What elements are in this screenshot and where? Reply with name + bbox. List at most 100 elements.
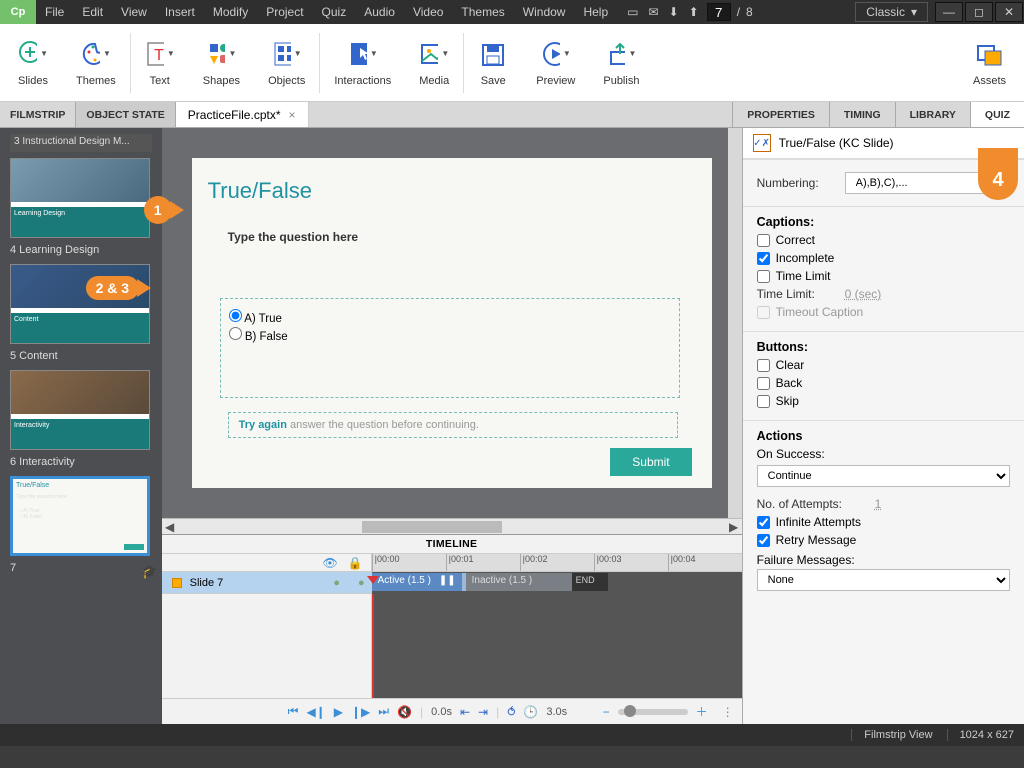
ribbon-preview[interactable]: ▼ Preview xyxy=(522,24,589,101)
ribbon-slides[interactable]: ▼ Slides xyxy=(4,24,62,101)
timeline-menu-icon[interactable]: ⋮ xyxy=(722,705,734,719)
filmstrip-item-partial[interactable]: 3 Instructional Design M... xyxy=(10,134,152,152)
ribbon-interactions[interactable]: ▼ Interactions xyxy=(320,24,405,101)
scrollbar-h[interactable]: ◀ ▶ xyxy=(162,518,742,534)
timeline-active-bar[interactable]: Active (1.5 ) ❚❚ xyxy=(372,573,462,591)
filmstrip-label: 6 Interactivity xyxy=(10,456,152,468)
play-icon[interactable]: ▶ xyxy=(334,705,343,719)
scroll-right-icon[interactable]: ▶ xyxy=(726,519,742,535)
filmstrip-item-selected[interactable]: True/False Type the question here ○ A) T… xyxy=(0,476,162,582)
ribbon-themes[interactable]: ▼ Themes xyxy=(62,24,130,101)
close-button[interactable]: ✕ xyxy=(995,2,1023,22)
buttons-header: Buttons: xyxy=(757,340,1010,354)
skip-label: Skip xyxy=(776,394,799,408)
timeline-ruler[interactable]: |00:00 |00:01 |00:02 |00:03 |00:04 xyxy=(372,554,742,571)
ribbon-publish[interactable]: ▼ Publish xyxy=(589,24,653,101)
onsuccess-select[interactable]: Continue xyxy=(757,465,1010,487)
snap-right-icon[interactable]: ⇥ xyxy=(478,705,488,719)
ribbon-shapes[interactable]: ▼ Shapes xyxy=(189,24,254,101)
radio-false[interactable] xyxy=(229,327,242,340)
rewind-icon[interactable]: ⏮ xyxy=(288,704,299,719)
failure-select[interactable]: None xyxy=(757,569,1010,591)
canvas[interactable]: 1 2 & 3 True/False Type the question her… xyxy=(162,128,742,518)
menu-video[interactable]: Video xyxy=(404,1,452,23)
submit-button[interactable]: Submit xyxy=(610,448,691,476)
tick: |00:03 xyxy=(594,554,668,571)
menu-view[interactable]: View xyxy=(112,1,156,23)
menu-window[interactable]: Window xyxy=(514,1,575,23)
tab-object-state[interactable]: OBJECT STATE xyxy=(76,102,175,127)
answer-true[interactable]: A) True xyxy=(229,309,671,325)
playhead[interactable] xyxy=(372,594,374,698)
infinite-checkbox[interactable] xyxy=(757,516,770,529)
download-icon[interactable]: ⬇ xyxy=(669,5,679,19)
correct-checkbox[interactable] xyxy=(757,234,770,247)
menu-audio[interactable]: Audio xyxy=(355,1,404,23)
snap-left-icon[interactable]: ⇤ xyxy=(460,705,470,719)
minimize-button[interactable]: — xyxy=(935,2,963,22)
scroll-left-icon[interactable]: ◀ xyxy=(162,519,178,535)
question-placeholder[interactable]: Type the question here xyxy=(228,230,358,244)
timeline-inactive-bar[interactable]: Inactive (1.5 ) xyxy=(462,573,572,591)
upload-icon[interactable]: ⬆ xyxy=(689,5,699,19)
tab-properties[interactable]: PROPERTIES xyxy=(732,102,829,127)
clear-checkbox[interactable] xyxy=(757,359,770,372)
skip-checkbox[interactable] xyxy=(757,395,770,408)
tab-timing[interactable]: TIMING xyxy=(829,102,895,127)
status-view: Filmstrip View xyxy=(851,729,932,741)
step-fwd-icon[interactable]: ❙▶ xyxy=(351,705,370,719)
slide-stage[interactable]: True/False Type the question here A) Tru… xyxy=(192,158,712,488)
timelimit-value: 0 (sec) xyxy=(845,287,882,301)
eye-icon[interactable]: 👁 xyxy=(322,556,337,570)
timeline-track[interactable]: Slide 7●● Active (1.5 ) ❚❚ Inactive (1.5… xyxy=(162,572,742,594)
back-checkbox[interactable] xyxy=(757,377,770,390)
answer-false[interactable]: B) False xyxy=(229,327,671,343)
ribbon-text[interactable]: T▼ Text xyxy=(131,24,189,101)
zoom-slider[interactable] xyxy=(618,709,688,715)
tab-library[interactable]: LIBRARY xyxy=(895,102,970,127)
menu-edit[interactable]: Edit xyxy=(73,1,112,23)
answer-area[interactable]: A) True B) False xyxy=(220,298,680,398)
mute-icon[interactable]: 🔇 xyxy=(397,705,412,719)
menu-project[interactable]: Project xyxy=(257,1,312,23)
maximize-button[interactable]: ◻ xyxy=(965,2,993,22)
zoom-out-icon[interactable]: − xyxy=(603,705,610,719)
menu-insert[interactable]: Insert xyxy=(156,1,204,23)
menu-themes[interactable]: Themes xyxy=(452,1,513,23)
incomplete-checkbox[interactable] xyxy=(757,252,770,265)
mail-icon[interactable]: ✉ xyxy=(649,5,659,19)
ribbon-assets[interactable]: Assets xyxy=(959,24,1020,101)
clock-icon: 🕒 xyxy=(523,705,538,719)
slide-title[interactable]: True/False xyxy=(208,178,312,204)
zoom-in-icon[interactable]: ＋ xyxy=(696,703,708,720)
scrollbar-v[interactable] xyxy=(728,128,742,518)
try-again-caption[interactable]: Try again answer the question before con… xyxy=(228,412,678,438)
file-tab[interactable]: PracticeFile.cptx* × xyxy=(176,102,309,127)
ribbon-media[interactable]: ▼ Media xyxy=(405,24,463,101)
end-icon[interactable]: ⏭ xyxy=(378,704,389,719)
marker-in-icon[interactable]: ⥀ xyxy=(507,705,515,719)
menu-quiz[interactable]: Quiz xyxy=(313,1,356,23)
filmstrip-item[interactable]: Interactivity 6 Interactivity xyxy=(0,370,162,476)
lock-icon[interactable]: 🔒 xyxy=(348,556,363,570)
menu-modify[interactable]: Modify xyxy=(204,1,257,23)
workspace-dropdown[interactable]: Classic ▾ xyxy=(855,2,928,22)
radio-true[interactable] xyxy=(229,309,242,322)
ribbon-save[interactable]: Save xyxy=(464,24,522,101)
retry-checkbox[interactable] xyxy=(757,534,770,547)
tab-filmstrip[interactable]: FILMSTRIP xyxy=(0,102,76,127)
ribbon-assets-label: Assets xyxy=(973,75,1006,87)
menu-help[interactable]: Help xyxy=(574,1,617,23)
timeout-label: Timeout Caption xyxy=(776,305,864,319)
tab-quiz[interactable]: QUIZ xyxy=(970,102,1024,127)
timeout-checkbox xyxy=(757,306,770,319)
current-slide-input[interactable] xyxy=(707,3,731,21)
close-tab-icon[interactable]: × xyxy=(289,108,296,122)
timelimit-checkbox[interactable] xyxy=(757,270,770,283)
ribbon-objects[interactable]: ▼ Objects xyxy=(254,24,319,101)
panel-icon[interactable]: ▭ xyxy=(627,5,638,19)
scroll-thumb[interactable] xyxy=(362,521,502,533)
menu-file[interactable]: File xyxy=(36,1,73,23)
filmstrip-item[interactable]: Learning Design 4 Learning Design xyxy=(0,158,162,264)
step-back-icon[interactable]: ◀❙ xyxy=(306,705,325,719)
